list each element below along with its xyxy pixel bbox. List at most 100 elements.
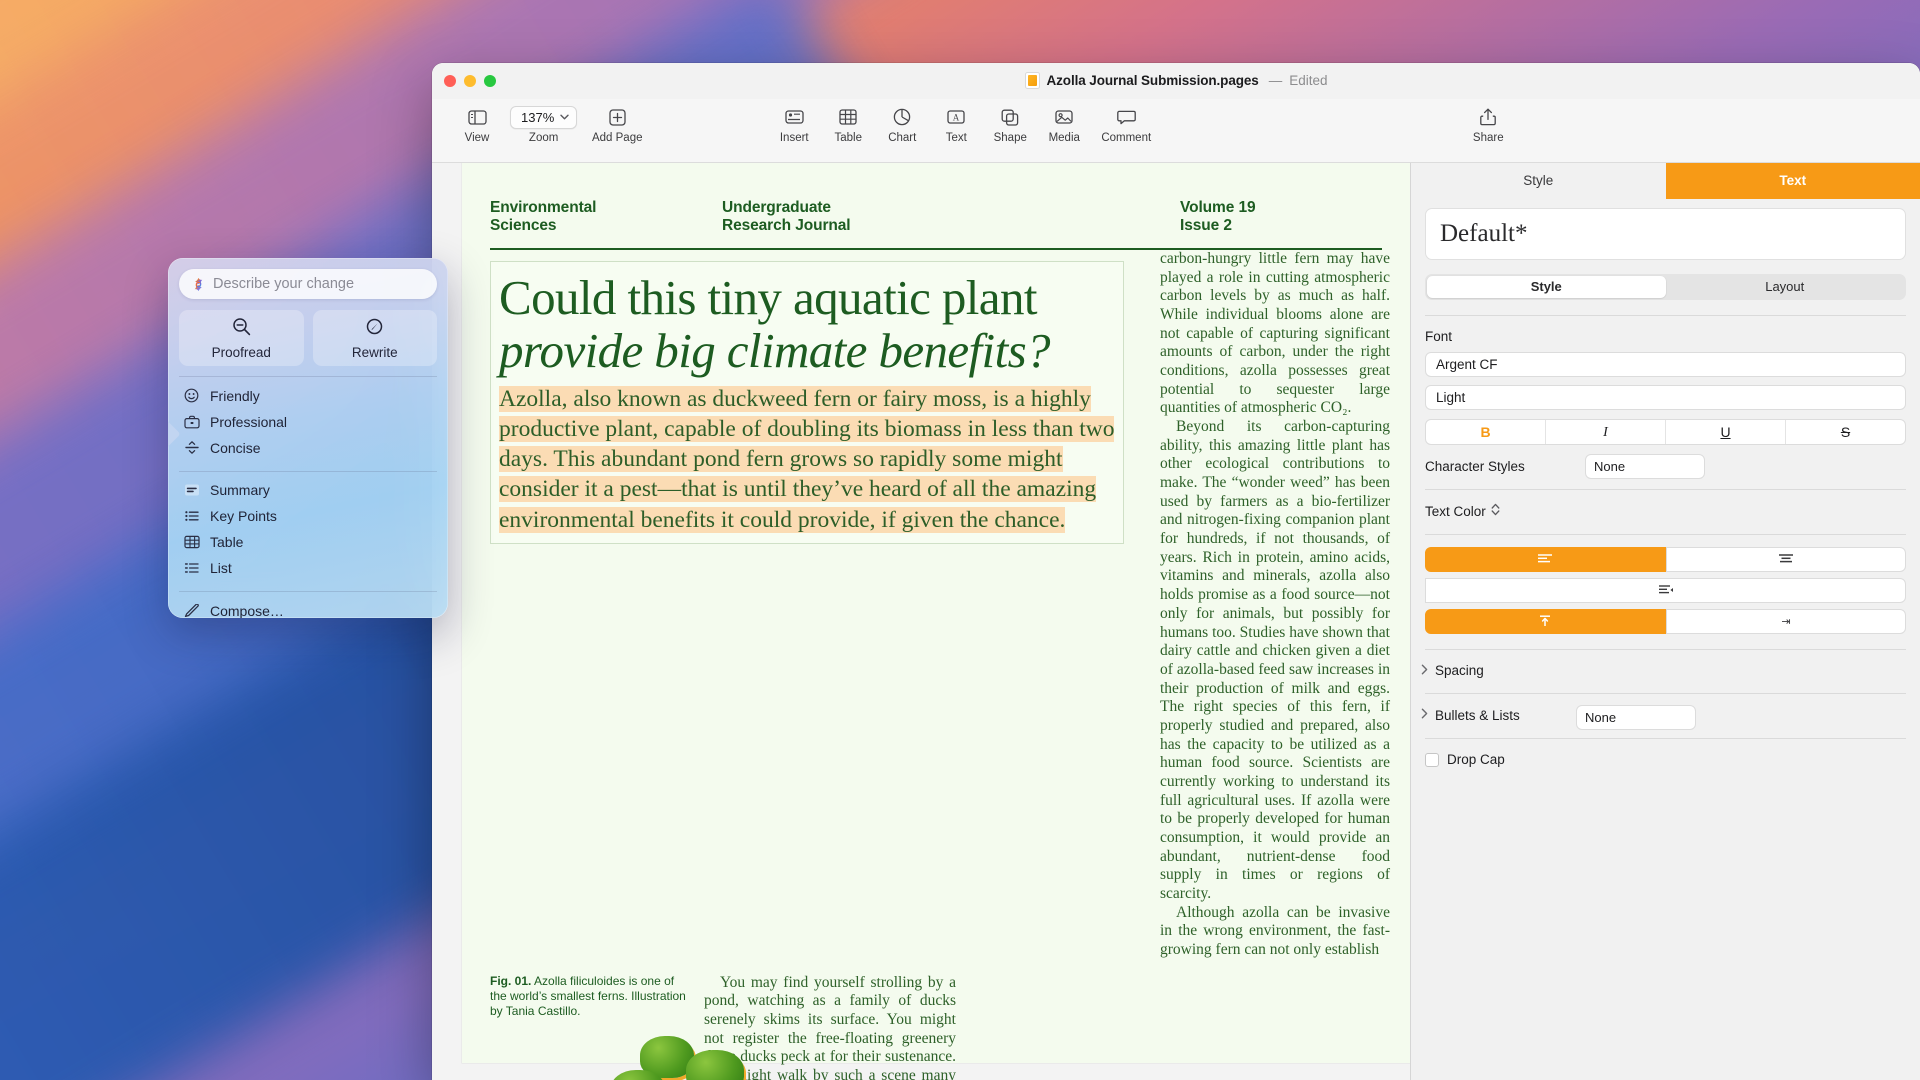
alignment-row-justify[interactable] [1425,577,1906,603]
drop-cap-checkbox[interactable] [1425,752,1439,767]
headline-line-2: provide big climate benefits? [499,322,1051,378]
segment-layout[interactable]: Layout [1666,276,1905,298]
inspector-divider-6 [1425,737,1906,738]
writing-tools-item-professional[interactable]: Professional [168,409,448,435]
alignment-row-vertical[interactable]: ⇥ [1425,608,1906,634]
strikethrough-icon[interactable]: S [1786,420,1905,444]
svg-text:⇥: ⇥ [1781,616,1790,628]
pages-document-icon [1024,72,1040,89]
azolla-illustration[interactable] [490,1035,910,1080]
toolbar-view-button[interactable]: View [450,103,504,145]
body-column-right[interactable]: carbon-hungry little fern may have playe… [1160,250,1390,960]
text-format-buttons[interactable]: B I U S [1425,418,1906,445]
writing-tools-item-list[interactable]: List [168,555,448,581]
font-weight-select[interactable]: Light [1425,384,1906,410]
share-icon [1480,106,1497,128]
text-direction-icon[interactable]: ⇥ [1665,608,1906,634]
document-title[interactable]: Azolla Journal Submission.pages [1047,73,1259,88]
title-separator: — [1268,73,1283,88]
font-family-select[interactable]: Argent CF [1425,351,1906,377]
masthead-center-line2: Research Journal [722,217,851,235]
toolbar-chart-button[interactable]: Chart [875,103,929,145]
underline-icon[interactable]: U [1666,419,1786,444]
pages-window: Azolla Journal Submission.pages — Edited… [432,63,1920,1080]
proofread-button[interactable]: Proofread [179,310,304,366]
writing-tools-item-summary[interactable]: Summary [168,477,448,503]
toolbar-media-button[interactable]: Media [1037,103,1091,145]
segment-style[interactable]: Style [1427,276,1666,298]
zoom-chip[interactable]: 137% [510,105,578,129]
italic-label: I [1603,424,1608,440]
inspector-tabs[interactable]: Style Text [1411,163,1920,199]
headline-text-box[interactable]: Could this tiny aquatic plant provide bi… [490,261,1124,544]
inspector-divider-4 [1425,648,1906,649]
writing-tools-label-professional: Professional [210,413,288,430]
character-styles-value: None [1594,458,1626,474]
underline-label: U [1720,423,1731,440]
tab-style[interactable]: Style [1411,163,1666,199]
toolbar-shape-button[interactable]: Shape [983,103,1037,145]
toolbar-comment-button[interactable]: Comment [1091,103,1161,145]
bold-icon[interactable]: B [1426,419,1546,444]
style-layout-segmented-control[interactable]: Style Layout [1425,274,1906,300]
media-icon [1055,106,1073,128]
toolbar-media-label: Media [1048,132,1080,144]
font-section-label: Font [1425,328,1453,344]
list-icon [183,561,200,575]
spacing-section[interactable]: Spacing [1421,663,1920,678]
character-styles-row: Character Styles None [1425,453,1920,479]
window-title: Azolla Journal Submission.pages — Edited [432,72,1920,89]
align-center-icon[interactable] [1665,546,1906,572]
align-justify-icon[interactable] [1425,577,1906,603]
toolbar-text-button[interactable]: A Text [929,103,983,145]
inspector-divider-5 [1425,693,1906,694]
body-paragraph: Beyond its carbon-capturing ability, thi… [1160,418,1390,902]
bullets-lists-section[interactable]: Bullets & Lists None [1421,704,1920,730]
masthead-right-line1: Volume 19 [1180,199,1256,216]
tab-text[interactable]: Text [1665,163,1920,199]
writing-tools-item-concise[interactable]: Concise [168,435,448,461]
bullets-lists-select[interactable]: None [1576,704,1696,730]
font-family-value: Argent CF [1436,356,1498,372]
masthead-left-line2: Sciences [490,217,557,235]
writing-tools-label-friendly: Friendly [210,387,260,404]
pencil-icon [183,603,200,618]
toolbar-insert-button[interactable]: Insert [767,103,821,145]
toolbar-share-button[interactable]: Share [1461,103,1515,145]
toolbar-table-button[interactable]: Table [821,103,875,145]
character-styles-select[interactable]: None [1585,453,1705,479]
toolbar-zoom-control[interactable]: 137% Zoom [504,103,583,145]
alignment-controls[interactable]: ⇥ [1425,546,1906,634]
chevron-right-icon[interactable] [1421,664,1428,678]
document-canvas[interactable]: Environmental Sciences Undergraduate Res… [432,163,1410,1080]
align-left-icon[interactable] [1425,546,1666,572]
toolbar-add-page-button[interactable]: Add Page [583,103,651,145]
describe-change-input[interactable]: Describe your change [179,269,437,299]
rewrite-button[interactable]: Rewrite [312,310,437,366]
alignment-row-horizontal[interactable] [1425,546,1906,572]
zoom-chevron-icon[interactable]: 137% [510,105,578,129]
summary-lines-icon [183,483,200,497]
figure-block[interactable]: Fig. 01. Azolla filiculoides is one of t… [490,974,744,1080]
article-lede[interactable]: Azolla, also known as duckweed fern or f… [491,384,1123,543]
writing-tools-item-friendly[interactable]: Friendly [168,383,448,409]
compose-list: Compose… [168,592,448,618]
add-page-icon [609,106,626,128]
bold-label: B [1480,423,1491,440]
drop-cap-row[interactable]: Drop Cap [1425,752,1920,767]
figure-and-columns: Fig. 01. Azolla filiculoides is one of t… [462,960,1410,1080]
writing-tools-item-table[interactable]: Table [168,529,448,555]
writing-tools-item-key-points[interactable]: Key Points [168,503,448,529]
drop-cap-label: Drop Cap [1447,752,1505,767]
writing-tools-item-compose[interactable]: Compose… [168,598,448,618]
text-color-row[interactable]: Text Color [1425,503,1920,519]
document-page[interactable]: Environmental Sciences Undergraduate Res… [462,163,1410,1080]
smiley-face-icon [183,388,200,403]
italic-icon[interactable]: I [1546,419,1666,444]
journal-masthead: Environmental Sciences Undergraduate Res… [462,199,1410,236]
paragraph-style-preview[interactable]: Default* [1425,208,1906,260]
vertical-align-top-icon[interactable] [1425,608,1666,634]
chevron-right-icon[interactable] [1421,708,1428,722]
writing-tools-actions: Proofread Rewrite [179,310,437,366]
chevron-updown-icon[interactable] [1491,503,1500,519]
